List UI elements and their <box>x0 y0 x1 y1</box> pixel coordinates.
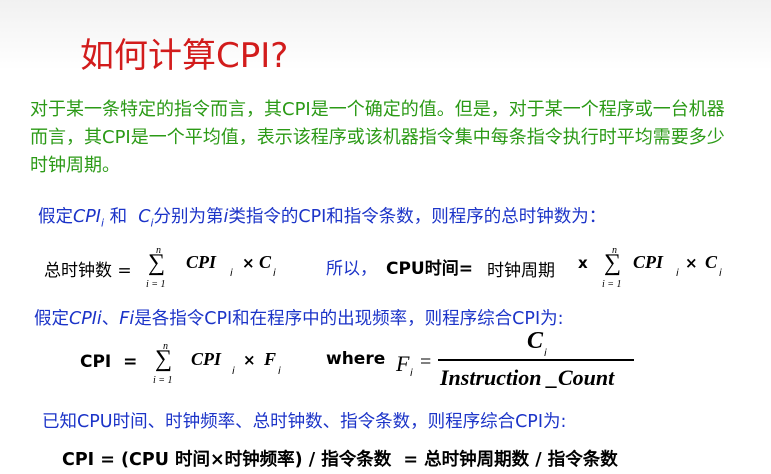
assume2-prefix: 假定 <box>34 309 69 329</box>
assumption-line-1: 假定CPIi 和 Ci分别为第i类指令的CPI和指令条数，则程序的总时钟数为： <box>38 203 606 230</box>
formula1-c: C <box>259 252 272 272</box>
assume1-cpi: CPI <box>73 207 101 227</box>
formula1-times: × <box>242 254 255 272</box>
formula3-fi: F <box>396 351 410 376</box>
final-formula: CPI = (CPU 时间×时钟频率) / 指令条数 = 总时钟周期数 / 指令… <box>62 450 618 470</box>
formula2-times: x <box>578 254 588 272</box>
formula3-times: × <box>243 351 256 369</box>
assume2-cpi: CPIi <box>69 309 102 329</box>
assume2-suffix: 是各指令CPI和在程序中的出现频率，则程序综合CPI为: <box>134 309 564 329</box>
assumption-line-2: 假定CPIi、Fi是各指令CPI和在程序中的出现频率，则程序综合CPI为: <box>34 305 564 330</box>
formula2-cpi-sub: i <box>676 268 679 279</box>
formula3-fi-sub: i <box>410 368 413 379</box>
formula3-f: F <box>264 349 277 369</box>
formula3-den: Instruction _Count <box>440 365 615 390</box>
formula3-num: C <box>527 328 544 354</box>
formula3-i1: i = 1 <box>153 375 173 386</box>
formula3-sigma: ∑ <box>155 346 173 372</box>
formula1-lhs: 总时钟数 = <box>44 261 132 281</box>
formula2-c: C <box>705 252 718 272</box>
formula2-sigma: ∑ <box>604 250 622 276</box>
formula2-so: 所以， <box>326 259 377 279</box>
formula3-cpi-sub: i <box>232 366 235 377</box>
formula2-cpu: CPU时间= <box>386 259 473 279</box>
formula3-f-sub: i <box>278 366 281 377</box>
formula3-num-sub: i <box>544 348 547 359</box>
assume2-sep: 、 <box>101 309 120 329</box>
formula1-sigma: ∑ <box>148 250 166 276</box>
formula3-eq: = <box>420 351 432 373</box>
formula2-cpi: CPI <box>633 252 664 272</box>
formula1-cpi: CPI <box>186 252 217 272</box>
assume1-mid: 分别为第 <box>153 207 224 227</box>
formula3-lhs: CPI = <box>80 352 138 372</box>
page-title: 如何计算CPI? <box>80 36 289 76</box>
formula1-i1: i = 1 <box>146 279 166 290</box>
assume1-prefix: 假定 <box>38 207 73 227</box>
formula1-c-sub: i <box>273 268 276 279</box>
fraction-bar <box>438 359 634 361</box>
formula2-times2: × <box>685 254 698 272</box>
formula3-where: where <box>326 349 386 369</box>
formula2-clock: 时钟周期 <box>487 261 555 280</box>
intro-paragraph: 对于某一条特定的指令而言，其CPI是一个确定的值。但是，对于某一个程序或一台机器… <box>30 99 725 176</box>
formula2-i1: i = 1 <box>602 279 622 290</box>
assume1-suffix: 类指令的CPI和指令条数，则程序的总时钟数为： <box>228 207 607 227</box>
formula1-cpi-sub: i <box>230 268 233 279</box>
formula2-c-sub: i <box>719 268 722 279</box>
assume2-f: Fi <box>119 309 135 329</box>
known-line: 已知CPU时间、时钟频率、总时钟数、指令条数，则程序综合CPI为: <box>42 412 567 432</box>
formula3-cpi: CPI <box>191 349 222 369</box>
assume1-and: 和 <box>104 207 139 227</box>
assume1-c: C <box>138 207 151 227</box>
